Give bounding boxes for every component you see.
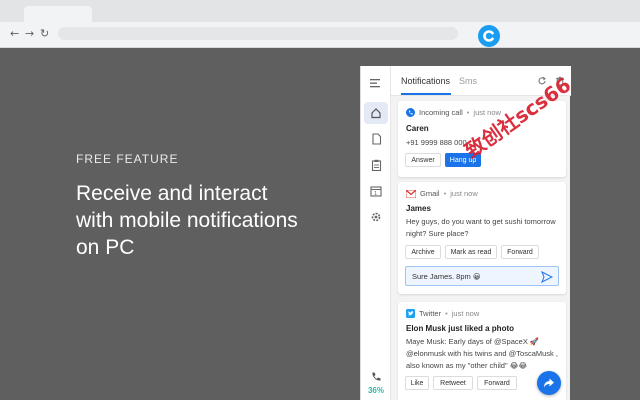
retweet-button[interactable]: Retweet bbox=[433, 376, 473, 390]
card-app-name: Gmail bbox=[420, 189, 440, 198]
card-time: just now bbox=[451, 309, 480, 318]
promo-kicker: FREE FEATURE bbox=[76, 152, 179, 166]
tab-sms[interactable]: Sms bbox=[459, 76, 477, 86]
forward-button[interactable]: Forward bbox=[477, 376, 517, 390]
card-app-name: Incoming call bbox=[419, 108, 463, 117]
phone-icon[interactable] bbox=[369, 370, 383, 384]
battery-percent: 36% bbox=[367, 386, 384, 395]
share-arrow-icon bbox=[544, 378, 554, 388]
card-body: Maye Musk: Early days of @SpaceX 🚀 @elon… bbox=[406, 337, 558, 370]
call-app-icon bbox=[406, 108, 415, 117]
settings-gear-icon[interactable] bbox=[369, 210, 383, 224]
tab-notifications[interactable]: Notifications bbox=[401, 76, 450, 86]
calendar-icon[interactable]: 1 bbox=[369, 184, 383, 198]
card-app-name: Twitter bbox=[419, 309, 442, 318]
card-time: just now bbox=[450, 189, 478, 198]
tab-strip bbox=[0, 0, 640, 22]
side-rail: 1 36% bbox=[361, 66, 391, 400]
svg-text:1: 1 bbox=[374, 191, 377, 197]
browser-tab[interactable] bbox=[24, 6, 92, 22]
menu-icon[interactable] bbox=[369, 76, 383, 90]
address-bar[interactable] bbox=[58, 27, 458, 40]
card-sender: Elon Musk just liked a photo bbox=[406, 324, 515, 333]
reply-text: Sure James. 8pm 😀 bbox=[412, 272, 481, 281]
clipboard-icon[interactable] bbox=[369, 158, 383, 172]
card-sender: James bbox=[406, 204, 431, 213]
promo-section: FREE FEATURE Receive and interact with m… bbox=[76, 152, 306, 261]
active-tab-indicator bbox=[401, 93, 451, 95]
forward-button[interactable]: Forward bbox=[501, 245, 539, 259]
like-button[interactable]: Like bbox=[405, 376, 429, 390]
card-header: Incoming call • just now bbox=[406, 108, 501, 117]
promo-headline: Receive and interact with mobile notific… bbox=[76, 182, 298, 259]
browser-toolbar: ← → ↻ bbox=[0, 0, 640, 48]
card-header: Gmail • just now bbox=[406, 189, 478, 198]
home-icon[interactable] bbox=[364, 102, 388, 124]
c-logo-icon[interactable] bbox=[478, 25, 500, 47]
twitter-icon bbox=[406, 309, 415, 318]
share-fab-button[interactable] bbox=[537, 371, 561, 395]
forward-icon[interactable]: → bbox=[25, 27, 34, 40]
reply-input[interactable]: Sure James. 8pm 😀 bbox=[405, 266, 559, 286]
file-icon[interactable] bbox=[369, 132, 383, 146]
card-sender: Caren bbox=[406, 124, 429, 133]
card-body: Hey guys, do you want to get sushi tomor… bbox=[406, 217, 556, 238]
mark-as-read-button[interactable]: Mark as read bbox=[445, 245, 497, 259]
answer-button[interactable]: Answer bbox=[405, 153, 441, 167]
reload-icon[interactable]: ↻ bbox=[40, 27, 49, 40]
send-icon[interactable] bbox=[541, 271, 553, 283]
card-header: Twitter • just now bbox=[406, 309, 479, 318]
back-icon[interactable]: ← bbox=[10, 27, 19, 40]
gmail-icon bbox=[406, 189, 416, 198]
notification-card-gmail[interactable]: Gmail • just now James Hey guys, do you … bbox=[398, 182, 566, 294]
archive-button[interactable]: Archive bbox=[405, 245, 441, 259]
